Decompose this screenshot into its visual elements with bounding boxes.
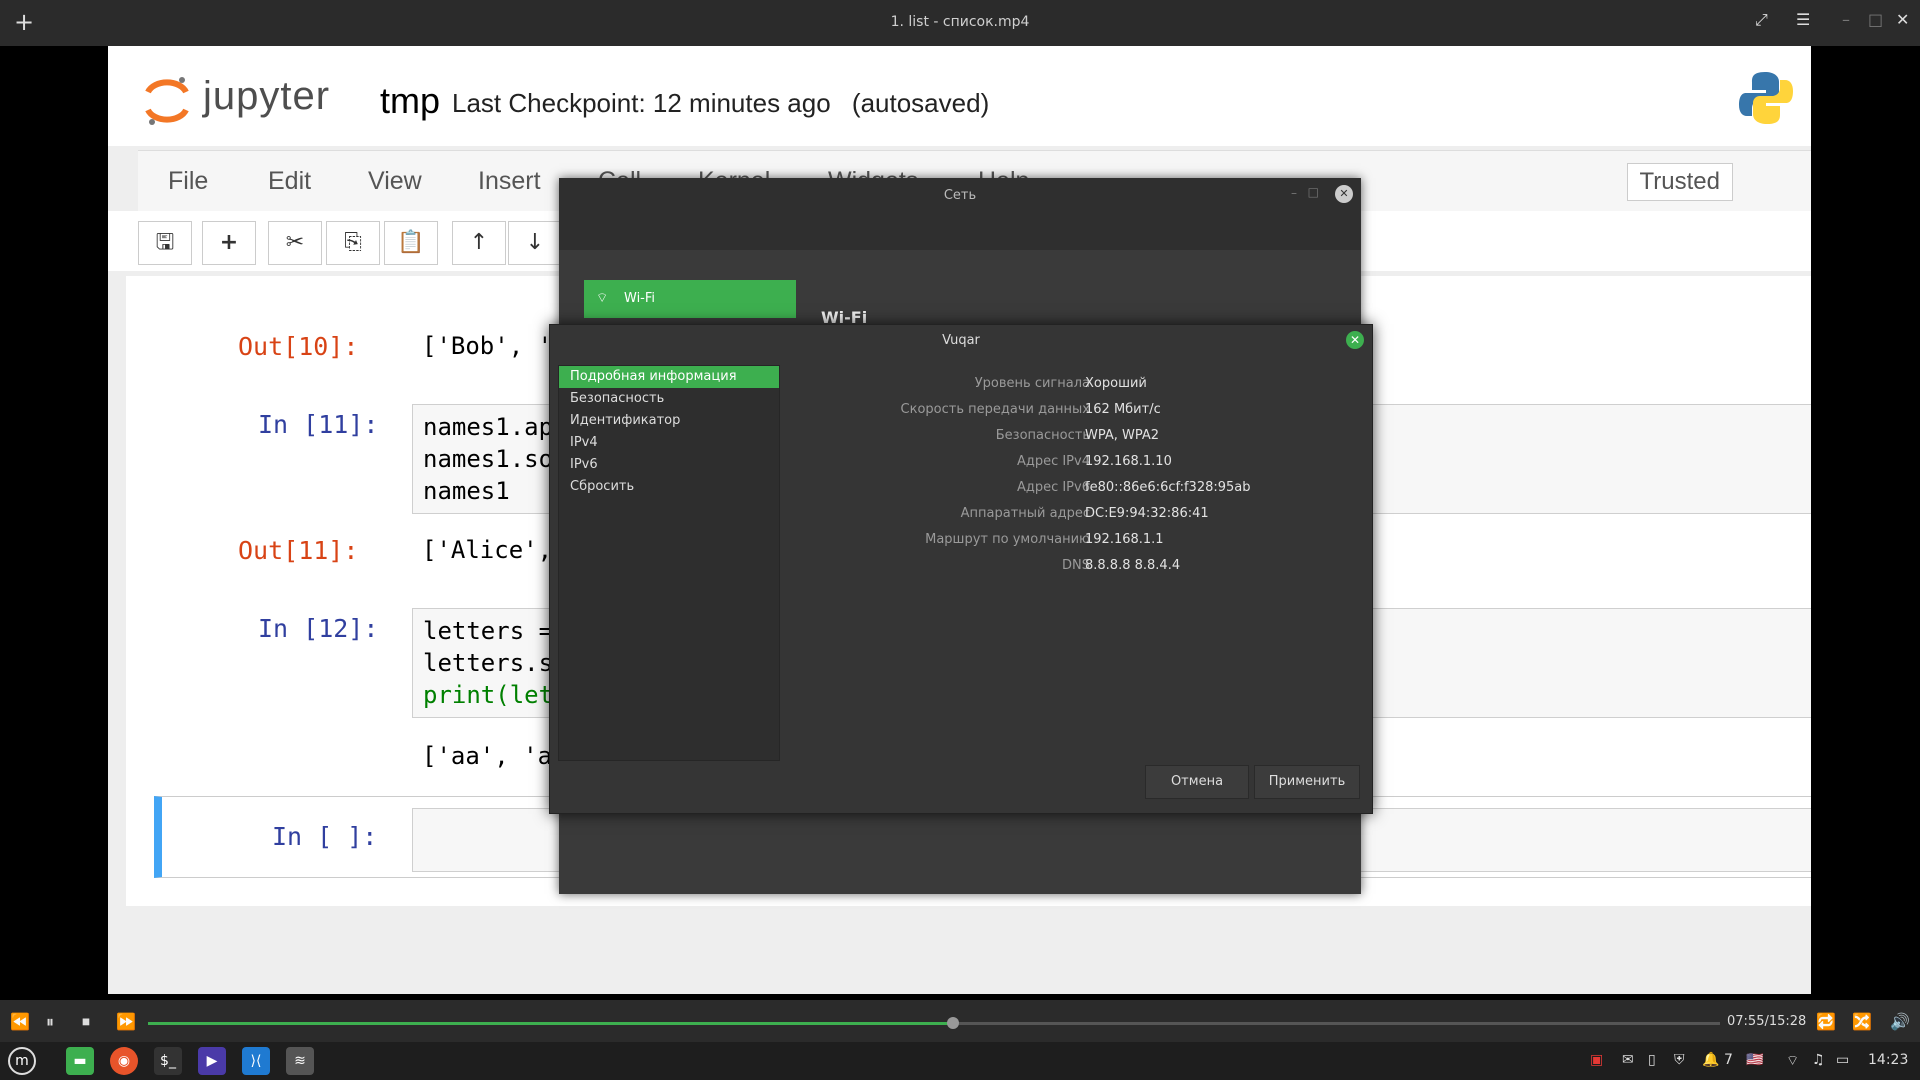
in-prompt: In [ ]: (272, 822, 378, 851)
network-icon[interactable]: ≋ (286, 1047, 314, 1075)
close-icon[interactable]: ✕ (1346, 331, 1364, 349)
detail-value-ipv4: 192.168.1.10 (1085, 454, 1172, 469)
volume-icon[interactable]: 🔊 (1890, 1012, 1910, 1031)
vscode-icon[interactable]: ⟩⟨ (242, 1047, 270, 1075)
minimize-icon[interactable]: – (1842, 10, 1850, 29)
shuffle-icon[interactable]: 🔀 (1852, 1012, 1872, 1031)
out-prompt: Out[11]: (238, 536, 359, 565)
fast-forward-icon[interactable]: ⏩ (116, 1012, 136, 1031)
wifi-tab-label: Wi-Fi (624, 291, 656, 306)
notebook-name[interactable]: tmp (380, 80, 440, 122)
copy-icon[interactable]: ⎘ (326, 221, 380, 265)
detail-label-ipv4: Адрес IPv4 (1016, 454, 1090, 469)
detail-label-dns: DNS (1062, 558, 1090, 573)
taskbar: m ▬ ◉ $_ ▶ ⟩⟨ ≋ ▣ ✉ ▯ ⛨ 🔔 7 🇺🇸 ⌔ ♫ ▭ 14:… (0, 1042, 1920, 1080)
terminal-icon[interactable]: $_ (154, 1047, 182, 1075)
menu-insert[interactable]: Insert (478, 167, 541, 196)
keyboard-layout-icon[interactable]: 🇺🇸 (1746, 1052, 1763, 1068)
video-player-icon[interactable]: ▶ (198, 1047, 226, 1075)
maximize-icon[interactable]: □ (1308, 185, 1319, 199)
apply-button[interactable]: Применить (1254, 765, 1360, 799)
save-icon[interactable]: 🖫 (138, 221, 192, 265)
tray-notifications-icon[interactable]: 🔔 (1702, 1052, 1719, 1068)
stop-icon[interactable]: ⏹ (82, 1012, 90, 1032)
connection-details-dialog: Vuqar ✕ Подробная информация Безопасност… (549, 324, 1373, 814)
in-prompt: In [12]: (258, 614, 379, 643)
jupyter-logo-text: jupyter (203, 74, 331, 118)
menu-view[interactable]: View (368, 167, 422, 196)
firefox-icon[interactable]: ◉ (110, 1047, 138, 1075)
detail-label-gateway: Маршрут по умолчанию (925, 532, 1090, 547)
detail-label-signal: Уровень сигнала (974, 376, 1090, 391)
network-window-title: Сеть (943, 188, 977, 203)
minimize-icon[interactable]: – (1291, 186, 1297, 200)
detail-value-signal: Хороший (1085, 376, 1147, 391)
jupyter-header: jupyter tmp Last Checkpoint: 12 minutes … (108, 46, 1811, 146)
fullscreen-icon[interactable]: ⤢ (1755, 10, 1768, 30)
detail-value-gateway: 192.168.1.1 (1085, 532, 1164, 547)
cancel-button[interactable]: Отмена (1145, 765, 1249, 799)
python-logo-icon (1739, 72, 1793, 124)
checkpoint-text: Last Checkpoint: 12 minutes ago (452, 88, 831, 118)
seek-progress (148, 1022, 953, 1025)
detail-value-dns: 8.8.8.8 8.8.4.4 (1085, 558, 1181, 573)
tray-mail-icon[interactable]: ✉ (1622, 1052, 1634, 1068)
detail-label-speed: Скорость передачи данных (900, 402, 1090, 417)
tray-clipboard-icon[interactable]: ▯ (1648, 1052, 1656, 1068)
player-titlebar: + 1. list - список.mp4 ⤢ ☰ – □ ✕ (0, 0, 1920, 46)
out-prompt: Out[10]: (238, 332, 359, 361)
detail-label-security: Безопасность (995, 428, 1090, 443)
notifications-count: 7 (1724, 1052, 1733, 1068)
move-down-icon[interactable]: ↓ (508, 221, 562, 265)
player-controls: ⏪ ⏸ ⏹ ⏩ 07:55/15:28 🔁 🔀 🔊 (0, 1000, 1920, 1042)
maximize-icon[interactable]: □ (1868, 10, 1883, 29)
autosaved-text: (autosaved) (851, 88, 990, 118)
close-icon[interactable]: ✕ (1896, 10, 1909, 29)
battery-icon[interactable]: ▭ (1836, 1052, 1849, 1068)
rewind-icon[interactable]: ⏪ (10, 1012, 30, 1031)
menu-file[interactable]: File (168, 167, 208, 196)
close-icon[interactable]: ✕ (1335, 185, 1353, 203)
wifi-status-icon[interactable]: ⌔ (1786, 1052, 1799, 1070)
menu-icon[interactable]: ☰ (1796, 10, 1810, 29)
clock[interactable]: 14:23 (1868, 1052, 1908, 1068)
timecode: 07:55/15:28 (1727, 1014, 1807, 1029)
checkpoint-status: Last Checkpoint: 12 minutes ago (autosav… (452, 88, 989, 119)
repeat-icon[interactable]: 🔁 (1816, 1012, 1836, 1031)
pause-icon[interactable]: ⏸ (46, 1012, 54, 1032)
detail-value-security: WPA, WPA2 (1085, 428, 1160, 443)
network-window-header: Сеть – □ ✕ (559, 178, 1361, 250)
seek-handle[interactable] (946, 1017, 959, 1029)
wifi-icon: ⌔ (596, 291, 609, 306)
cut-icon[interactable]: ✂ (268, 221, 322, 265)
in-prompt: In [11]: (258, 410, 379, 439)
jupyter-logo-icon (145, 77, 189, 125)
detail-value-mac: DC:E9:94:32:86:41 (1085, 506, 1209, 521)
detail-label-ipv6: Адрес IPv6 (1016, 480, 1090, 495)
insert-cell-icon[interactable]: + (202, 221, 256, 265)
detail-label-mac: Аппаратный адрес (960, 506, 1090, 521)
trusted-badge[interactable]: Trusted (1626, 163, 1733, 201)
tray-shield-icon[interactable]: ⛨ (1674, 1052, 1685, 1068)
detail-value-ipv6: fe80::86e6:6cf:f328:95ab (1085, 480, 1251, 495)
video-title: 1. list - список.mp4 (890, 14, 1030, 30)
move-up-icon[interactable]: ↑ (452, 221, 506, 265)
mint-menu-icon[interactable]: m (8, 1047, 36, 1075)
tray-app-icon[interactable]: ▣ (1590, 1052, 1603, 1068)
menu-edit[interactable]: Edit (268, 167, 311, 196)
paste-icon[interactable]: 📋 (384, 221, 438, 265)
sound-icon[interactable]: ♫ (1812, 1052, 1825, 1068)
detail-value-speed: 162 Мбит/с (1085, 402, 1161, 417)
files-icon[interactable]: ▬ (66, 1047, 94, 1075)
dialog-title: Vuqar (942, 333, 980, 348)
wifi-tab[interactable]: ⌔ Wi-Fi (584, 280, 796, 318)
